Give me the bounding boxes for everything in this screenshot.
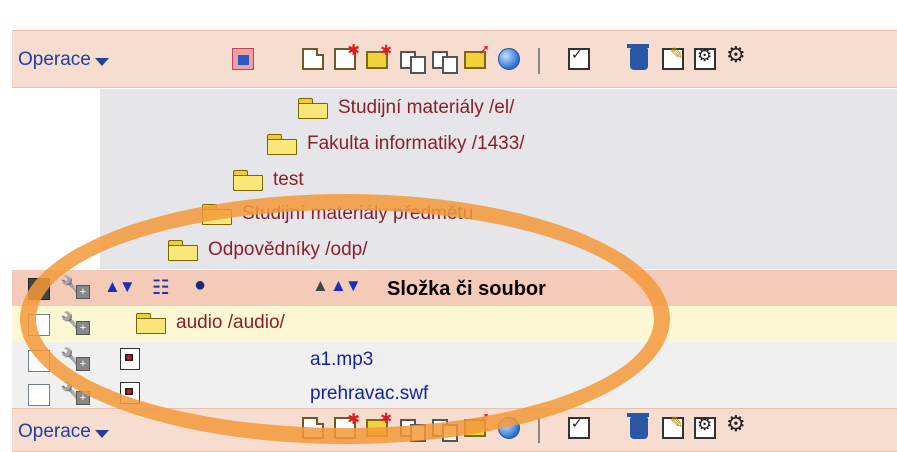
new-file-star-icon[interactable]	[334, 410, 360, 439]
breadcrumb-panel: Studijní materiály /el/ Fakulta informat…	[100, 89, 897, 269]
select-icon[interactable]	[232, 48, 254, 70]
delete-icon[interactable]	[627, 44, 649, 70]
left-gutter	[12, 89, 100, 269]
settings-icon[interactable]	[694, 46, 716, 70]
edit-icon[interactable]	[662, 44, 684, 70]
copy-icon[interactable]	[400, 419, 426, 442]
delete-icon[interactable]	[627, 413, 649, 439]
edit-icon[interactable]	[662, 413, 684, 439]
row-name: audio /audio/	[176, 312, 285, 333]
check-all-icon[interactable]	[568, 46, 590, 70]
top-toolbar: Operace	[12, 30, 897, 88]
sort-arrows-icon[interactable]: ▲▼	[330, 276, 362, 296]
folder-icon	[298, 98, 328, 119]
breadcrumb-item[interactable]: Studijní materiály předmětu	[202, 203, 473, 225]
disk-icon[interactable]: ●	[194, 274, 206, 297]
sort-up-icon[interactable]: ▲	[312, 276, 329, 296]
table-header: ▲▼ ☷ ● ▲ ▲▼ Složka či soubor	[12, 270, 897, 306]
breadcrumb-label: test	[273, 169, 304, 190]
table-row: audio /audio/	[12, 306, 897, 342]
breadcrumb-label: Studijní materiály předmětu	[242, 203, 474, 224]
move-icon[interactable]	[464, 409, 490, 437]
wrench-icon[interactable]	[60, 310, 90, 338]
folder-icon	[233, 170, 263, 191]
list-icon[interactable]: ☷	[152, 275, 170, 300]
wrench-icon[interactable]	[60, 274, 90, 302]
settings-icon[interactable]	[694, 415, 716, 439]
breadcrumb-item[interactable]: Fakulta informatiky /1433/	[267, 133, 525, 155]
breadcrumb-label: Studijní materiály /el/	[338, 97, 515, 118]
operations-label: Operace	[18, 421, 91, 442]
check-all-icon[interactable]	[568, 415, 590, 439]
select-all-checkbox[interactable]	[28, 278, 50, 300]
table-row: prehravac.swf	[12, 378, 897, 408]
globe-icon[interactable]	[498, 48, 520, 70]
chevron-down-icon	[94, 58, 109, 66]
media-file-icon	[120, 382, 140, 404]
folder-icon	[267, 134, 297, 155]
gears-icon[interactable]	[726, 411, 748, 439]
operations-label: Operace	[18, 49, 91, 70]
toolbar-separator	[538, 48, 540, 74]
media-file-icon	[120, 348, 140, 370]
folder-icon	[202, 204, 232, 225]
toolbar-separator	[538, 417, 540, 443]
breadcrumb-label: Fakulta informatiky /1433/	[307, 133, 525, 154]
globe-icon[interactable]	[498, 417, 520, 439]
file-link[interactable]: prehravac.swf	[310, 383, 428, 405]
sort-arrows-icon[interactable]: ▲▼	[104, 277, 136, 297]
new-file-star-icon[interactable]	[334, 41, 360, 70]
wrench-icon[interactable]	[60, 346, 90, 374]
bottom-toolbar: Operace	[12, 408, 897, 452]
folder-icon	[136, 313, 166, 334]
new-folder-icon[interactable]	[366, 410, 392, 437]
folder-icon	[168, 240, 198, 261]
file-link[interactable]: a1.mp3	[310, 349, 373, 371]
row-checkbox[interactable]	[28, 350, 50, 372]
breadcrumb-label: Odpovědníky /odp/	[208, 239, 368, 260]
column-title[interactable]: Složka či soubor	[387, 278, 546, 301]
copy-alt-icon[interactable]	[432, 51, 458, 74]
gears-icon[interactable]	[726, 42, 748, 70]
operations-menu[interactable]: Operace	[18, 419, 109, 445]
move-icon[interactable]	[464, 41, 490, 69]
copy-alt-icon[interactable]	[432, 419, 458, 442]
chevron-down-icon	[94, 430, 109, 438]
table-row: a1.mp3	[12, 342, 897, 378]
row-checkbox[interactable]	[28, 384, 50, 406]
folder-link[interactable]: audio /audio/	[136, 312, 285, 334]
breadcrumb-item[interactable]: Odpovědníky /odp/	[168, 239, 368, 261]
wrench-icon[interactable]	[60, 380, 90, 408]
new-file-icon[interactable]	[302, 417, 324, 439]
new-folder-icon[interactable]	[366, 42, 392, 69]
new-file-icon[interactable]	[302, 48, 324, 70]
row-checkbox[interactable]	[28, 314, 50, 336]
operations-menu[interactable]: Operace	[18, 47, 109, 73]
breadcrumb-item[interactable]: Studijní materiály /el/	[298, 97, 514, 119]
breadcrumb-item[interactable]: test	[233, 169, 304, 191]
copy-icon[interactable]	[400, 51, 426, 74]
